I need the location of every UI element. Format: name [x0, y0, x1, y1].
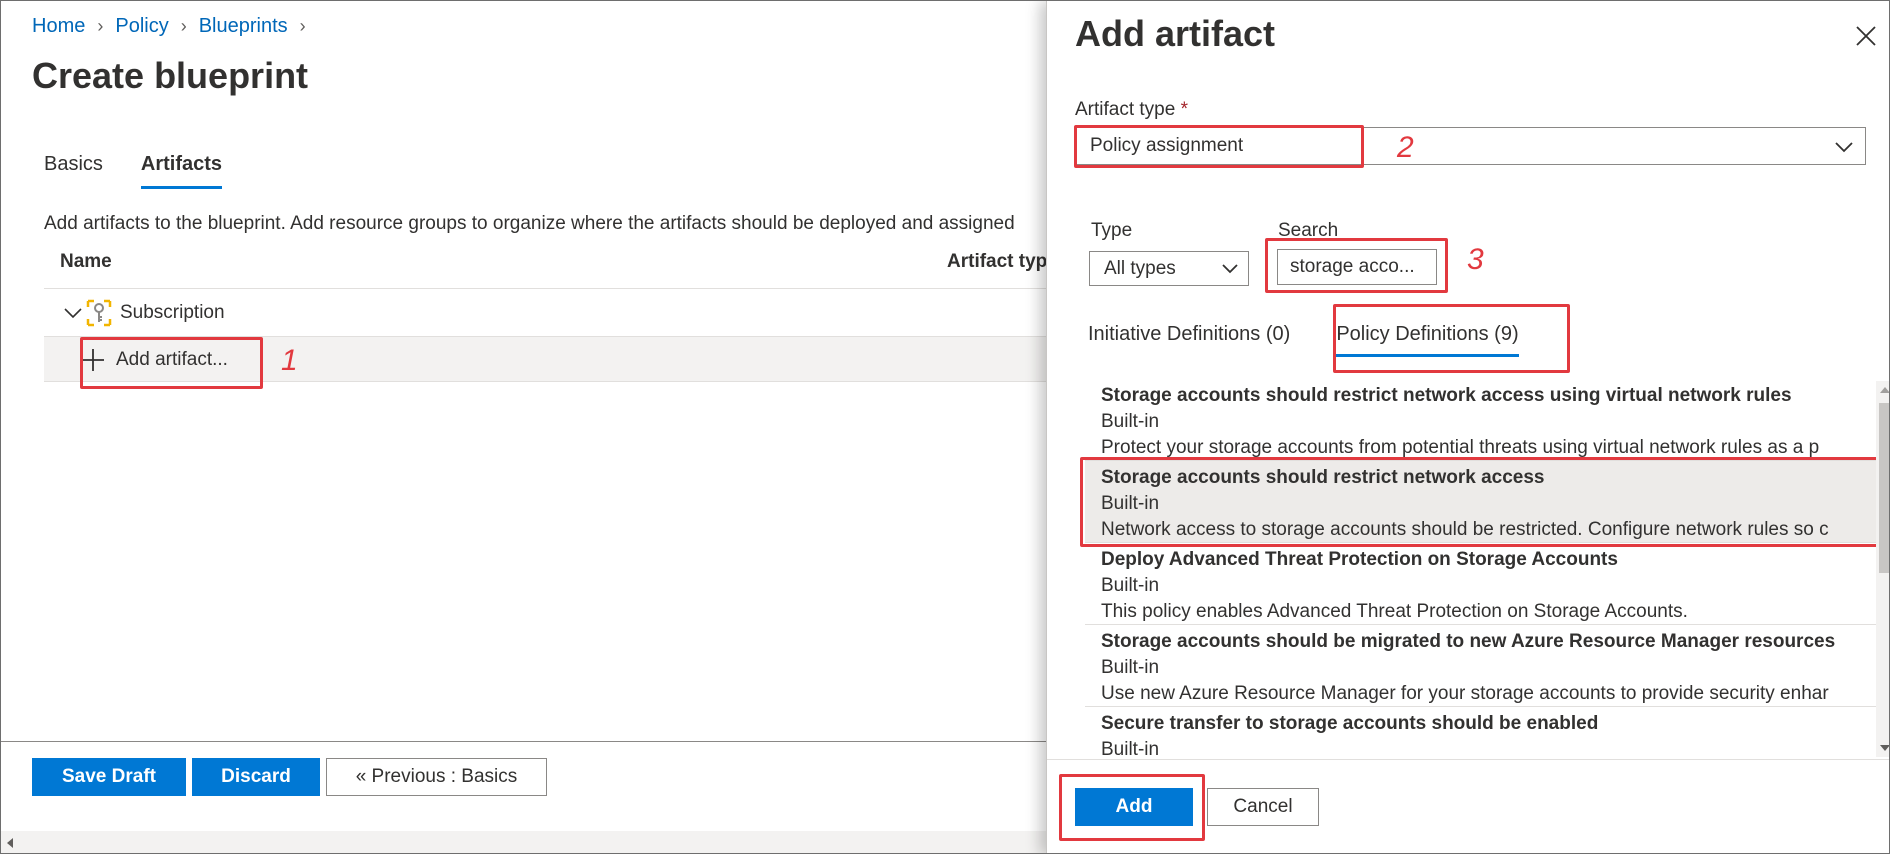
list-item-selected[interactable]: Storage accounts should restrict network…	[1085, 461, 1878, 543]
definition-kind: Built-in	[1101, 575, 1160, 596]
subscription-row[interactable]: Subscription	[44, 293, 1046, 333]
definition-kind: Built-in	[1101, 411, 1160, 432]
list-item[interactable]: Secure transfer to storage accounts shou…	[1085, 707, 1878, 757]
scroll-up-icon[interactable]	[1880, 387, 1889, 393]
breadcrumb-blueprints[interactable]: Blueprints	[199, 15, 288, 38]
add-artifact-row: Add artifact...	[44, 336, 1046, 382]
footer-divider	[1, 741, 1046, 742]
page-tabs: Basics Artifacts	[44, 153, 223, 189]
chevron-down-icon	[1222, 264, 1238, 274]
plus-icon	[82, 349, 104, 371]
definition-kind: Built-in	[1101, 657, 1160, 678]
search-label: Search	[1278, 220, 1339, 241]
definition-description: Protect your storage accounts from poten…	[1101, 437, 1820, 458]
search-input[interactable]	[1277, 249, 1437, 285]
list-item[interactable]: Storage accounts should restrict network…	[1085, 379, 1878, 461]
tab-initiative-definitions[interactable]: Initiative Definitions (0)	[1088, 323, 1290, 357]
scroll-down-icon[interactable]	[1880, 745, 1889, 751]
definition-kind: Built-in	[1101, 493, 1160, 514]
tab-policy-definitions[interactable]: Policy Definitions (9)	[1336, 323, 1519, 357]
close-icon[interactable]	[1853, 23, 1879, 49]
cancel-button[interactable]: Cancel	[1207, 788, 1319, 826]
definition-title: Deploy Advanced Threat Protection on Sto…	[1101, 549, 1618, 570]
required-marker: *	[1180, 99, 1189, 120]
main-page: Home › Policy › Blueprints › Create blue…	[1, 1, 1047, 853]
breadcrumb-policy[interactable]: Policy	[115, 15, 168, 38]
save-draft-button[interactable]: Save Draft	[32, 758, 186, 796]
blade-footer-divider	[1047, 759, 1889, 760]
artifact-type-value: Policy assignment	[1090, 135, 1244, 156]
subscription-label: Subscription	[120, 302, 225, 323]
tab-artifacts[interactable]: Artifacts	[140, 153, 223, 189]
column-header-name[interactable]: Name	[60, 251, 112, 273]
tab-basics[interactable]: Basics	[44, 153, 103, 189]
definition-description: This policy enables Advanced Threat Prot…	[1101, 601, 1688, 622]
artifact-type-select[interactable]: Policy assignment	[1075, 127, 1866, 165]
breadcrumb: Home › Policy › Blueprints ›	[32, 15, 318, 38]
definition-title: Storage accounts should be migrated to n…	[1101, 631, 1836, 652]
column-header-artifact-type[interactable]: Artifact typ	[947, 251, 1047, 273]
callout-number-3: 3	[1467, 243, 1484, 276]
chevron-right-icon: ›	[180, 16, 187, 36]
artifact-type-label-text: Artifact type	[1075, 99, 1176, 120]
type-select[interactable]: All types	[1089, 251, 1249, 286]
definition-title: Secure transfer to storage accounts shou…	[1101, 713, 1599, 734]
page-frame: Home › Policy › Blueprints › Create blue…	[0, 0, 1890, 854]
grid-header: Name Artifact typ	[44, 251, 1047, 289]
definition-title: Storage accounts should restrict network…	[1101, 467, 1545, 488]
chevron-right-icon: ›	[97, 16, 104, 36]
horizontal-scrollbar[interactable]	[1, 831, 1046, 853]
key-icon	[86, 299, 112, 327]
list-item[interactable]: Storage accounts should be migrated to n…	[1085, 625, 1878, 707]
page-description: Add artifacts to the blueprint. Add reso…	[44, 213, 1015, 234]
scroll-left-icon[interactable]	[7, 838, 13, 848]
definition-description: Use new Azure Resource Manager for your …	[1101, 683, 1829, 704]
definitions-list: Storage accounts should restrict network…	[1085, 379, 1878, 757]
discard-button[interactable]: Discard	[192, 758, 320, 796]
add-artifact-button[interactable]: Add artifact...	[80, 337, 228, 383]
page-footer: Save Draft Discard « Previous : Basics	[32, 758, 547, 796]
definitions-scrollbar[interactable]	[1876, 381, 1889, 757]
callout-number-2: 2	[1397, 131, 1414, 164]
list-item[interactable]: Deploy Advanced Threat Protection on Sto…	[1085, 543, 1878, 625]
type-label: Type	[1091, 220, 1133, 241]
add-artifact-label: Add artifact...	[116, 349, 228, 370]
definition-kind: Built-in	[1101, 739, 1160, 757]
callout-number-1: 1	[281, 344, 298, 377]
blade-title: Add artifact	[1075, 13, 1276, 54]
definition-title: Storage accounts should restrict network…	[1101, 385, 1792, 406]
breadcrumb-home[interactable]: Home	[32, 15, 85, 38]
blade-footer: Add Cancel	[1075, 788, 1319, 826]
page-title: Create blueprint	[32, 55, 309, 96]
chevron-right-icon: ›	[299, 16, 306, 36]
chevron-down-icon	[1835, 142, 1853, 153]
add-artifact-blade: Add artifact Artifact type * Policy assi…	[1046, 1, 1889, 853]
definition-tabs: Initiative Definitions (0) Policy Defini…	[1088, 323, 1519, 357]
artifact-type-label: Artifact type *	[1075, 99, 1188, 121]
add-button[interactable]: Add	[1075, 788, 1193, 826]
type-value: All types	[1104, 257, 1176, 279]
definition-description: Network access to storage accounts shoul…	[1101, 519, 1829, 540]
previous-basics-button[interactable]: « Previous : Basics	[326, 758, 547, 796]
scrollbar-thumb[interactable]	[1879, 403, 1889, 573]
chevron-down-icon[interactable]	[62, 302, 84, 324]
